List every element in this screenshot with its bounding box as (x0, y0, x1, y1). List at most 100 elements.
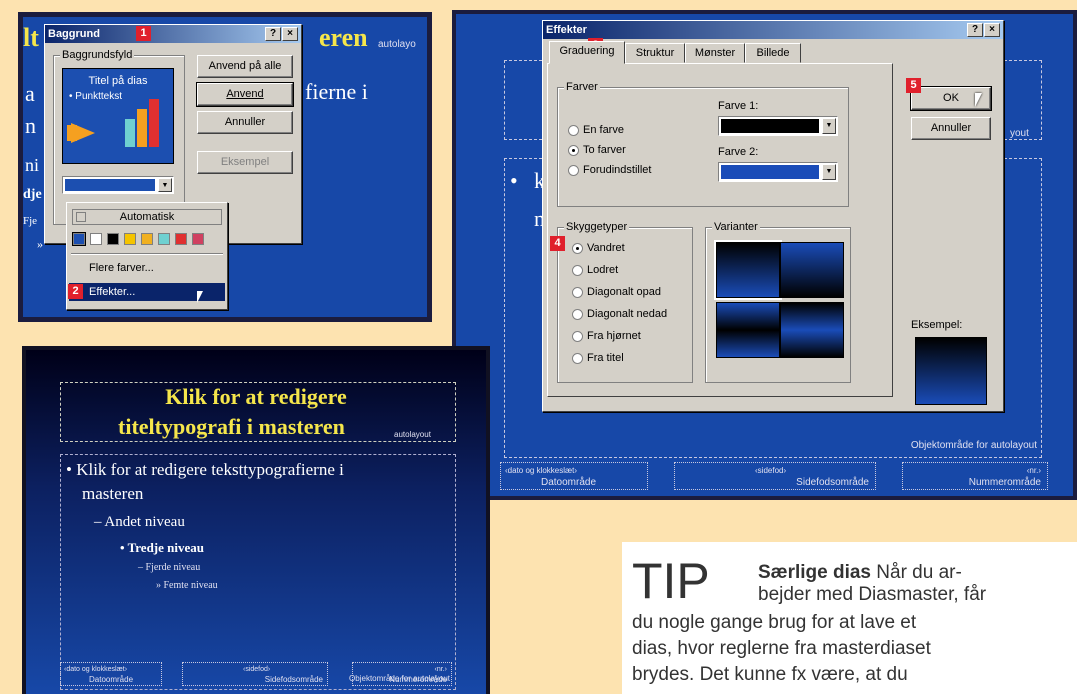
bullet-level4: – Fjerde niveau (138, 562, 201, 573)
preview-button[interactable]: Eksempel (197, 151, 293, 174)
example-label: Eksempel: (911, 319, 963, 331)
preview-thumbnail: Titel på dias • Punkttekst (62, 68, 174, 164)
automatic-option[interactable]: Automatisk (72, 209, 222, 225)
footer-date-bottom: Datoområde (541, 477, 597, 488)
color-swatch[interactable] (124, 233, 136, 245)
one-color-radio[interactable]: En farve (568, 124, 624, 136)
slide-text-dje: dje (23, 187, 42, 202)
variant-3[interactable] (716, 302, 780, 358)
radio-selected-icon (568, 144, 579, 156)
footer-date-bottom: Datoområde (89, 675, 134, 684)
from-corner-radio[interactable]: Fra hjørnet (572, 330, 641, 342)
chevron-down-icon[interactable]: ▼ (822, 118, 836, 134)
footer-slide: ‹sidefod› Sidefodsområde (182, 662, 328, 686)
diagonal-down-label: Diagonalt nedad (587, 308, 668, 320)
two-colors-radio[interactable]: To farver (568, 144, 626, 156)
color-swatch-row (72, 232, 223, 247)
bar-chart-icon-c (149, 99, 159, 147)
vertical-radio[interactable]: Lodret (572, 264, 618, 276)
variant-2[interactable] (780, 242, 844, 298)
footer-number-bottom: Nummerområde (968, 477, 1041, 488)
automatic-label: Automatisk (119, 211, 175, 223)
tab-texture[interactable]: Struktur (625, 43, 685, 63)
from-title-radio[interactable]: Fra titel (572, 352, 624, 364)
variant-1[interactable] (714, 240, 782, 300)
from-corner-label: Fra hjørnet (587, 330, 641, 342)
slide-title-line2: titeltypografi i masteren (118, 414, 345, 439)
dialog-titlebar[interactable]: Baggrund ? × (45, 25, 301, 43)
chevron-down-icon[interactable]: ▼ (158, 178, 172, 192)
chevron-down-icon[interactable]: ▼ (822, 164, 836, 180)
footer-number-bottom: Nummerområde (389, 675, 447, 684)
bullet-level5: » Femte niveau (156, 580, 218, 591)
close-button[interactable]: × (984, 23, 1000, 37)
cancel-button[interactable]: Annuller (911, 117, 991, 140)
preset-radio[interactable]: Forudindstillet (568, 164, 651, 176)
slide-text-right: fierne i (305, 79, 368, 104)
help-button[interactable]: ? (967, 23, 983, 37)
tab-pattern[interactable]: Mønster (685, 43, 745, 63)
fill-color-dropdown[interactable]: ▼ (62, 176, 174, 194)
diagonal-down-radio[interactable]: Diagonalt nedad (572, 308, 667, 320)
mouse-pointer-icon (975, 93, 982, 107)
vertical-label: Lodret (587, 264, 619, 276)
radio-icon (572, 308, 583, 320)
autolayout-label: autolayout (394, 430, 431, 439)
color-swatch[interactable] (175, 233, 187, 245)
example-preview (915, 337, 987, 405)
step-tag-5: 5 (906, 78, 921, 93)
color1-swatch (721, 119, 819, 133)
tab-picture[interactable]: Billede (745, 43, 801, 63)
slide-text-n: n (25, 113, 36, 138)
radio-icon (568, 164, 579, 176)
tip-big-label: TIP (632, 553, 710, 609)
bullet-level1-cont: masteren (82, 484, 144, 503)
color-swatch[interactable] (192, 233, 204, 245)
apply-all-button[interactable]: Anvend på alle (197, 55, 293, 78)
color2-dropdown[interactable]: ▼ (718, 162, 838, 182)
color-swatch[interactable] (90, 233, 102, 245)
footer-date-top: ‹dato og klokkeslæt› (505, 466, 578, 475)
footer-number-top: ‹nr.› (434, 666, 447, 673)
apply-button[interactable]: Anvend (196, 82, 294, 107)
radio-icon (572, 330, 583, 342)
slide-text-fje: Fje (23, 215, 38, 227)
color-swatch[interactable] (72, 232, 86, 246)
slide-text-ni: ni (25, 155, 40, 175)
tip-heading: Særlige dias (758, 562, 871, 583)
variants-group-label: Varianter (712, 221, 760, 233)
variant-4[interactable] (780, 302, 844, 358)
bullet-level2: – Andet niveau (94, 514, 185, 530)
color-swatch[interactable] (107, 233, 119, 245)
colors-group: Farver En farve To farver Forudindstille… (557, 81, 849, 207)
footer-slide-bottom: Sidefodsområde (264, 675, 323, 684)
close-button[interactable]: × (282, 27, 298, 41)
color1-dropdown[interactable]: ▼ (718, 116, 838, 136)
tip-line1: Når du ar- (876, 562, 962, 583)
preview-bullet: • Punkttekst (69, 91, 122, 102)
color-swatch[interactable] (158, 233, 170, 245)
tip-line2: bejder med Diasmaster, får (758, 584, 987, 605)
variants-group: Varianter (705, 221, 851, 383)
bullet-fragment: • (510, 168, 518, 193)
more-colors-item[interactable]: Flere farver... (71, 259, 223, 277)
preview-title: Titel på dias (88, 75, 148, 87)
from-title-label: Fra titel (587, 352, 624, 364)
tip-heading-line: Særlige dias Når du ar- (758, 562, 962, 584)
help-button[interactable]: ? (265, 27, 281, 41)
horizontal-radio[interactable]: Vandret (572, 242, 625, 254)
diagonal-up-radio[interactable]: Diagonalt opad (572, 286, 661, 298)
menu-separator (71, 253, 223, 255)
color-swatch[interactable] (141, 233, 153, 245)
footer-slide: ‹sidefod› Sidefodsområde (674, 462, 876, 490)
bar-chart-icon-b (137, 109, 147, 147)
dialog-titlebar[interactable]: Effekter ? × (543, 21, 1003, 39)
step-tag-2: 2 (68, 284, 83, 299)
slide-text-yout: yout (1010, 128, 1029, 139)
effects-dialog: Effekter ? × Graduering Struktur Mønster… (542, 20, 1004, 412)
selected-color (65, 179, 155, 191)
cancel-button[interactable]: Annuller (197, 111, 293, 134)
tab-gradient[interactable]: Graduering (549, 41, 625, 64)
color-popup-menu: Automatisk Flere farver... Effekter... (66, 202, 228, 310)
color2-swatch (721, 165, 819, 179)
